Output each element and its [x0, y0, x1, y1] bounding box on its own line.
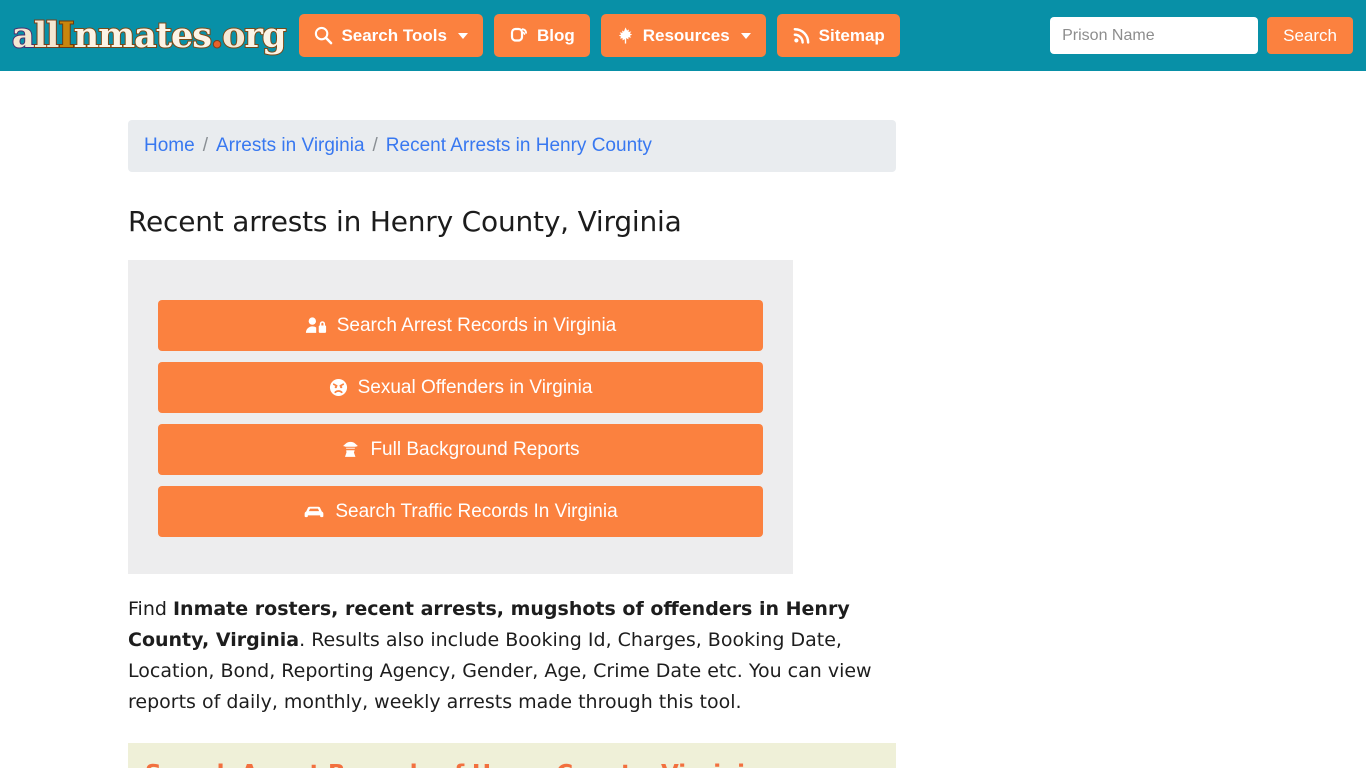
logo-part-rg: rg [244, 15, 288, 56]
breadcrumb-item-recent-arrests[interactable]: Recent Arrests in Henry County [386, 135, 652, 157]
section-heading: Search Arrest Records of Henry County, V… [145, 761, 879, 768]
user-lock-icon [305, 316, 327, 335]
sexual-offenders-button[interactable]: Sexual Offenders in Virginia [158, 362, 763, 413]
main-nav: Search Tools Blog Resources Sitemap [299, 14, 900, 57]
blogger-icon [509, 26, 529, 46]
breadcrumb-item-arrests-in-virginia[interactable]: Arrests in Virginia [216, 135, 365, 157]
button-label: Full Background Reports [370, 438, 580, 460]
intro-paragraph: Find Inmate rosters, recent arrests, mug… [128, 594, 880, 718]
button-label: Search Arrest Records in Virginia [336, 314, 617, 336]
chevron-down-icon [740, 32, 751, 39]
logo-part-o: o [221, 15, 246, 56]
car-icon [303, 502, 325, 521]
nav-button-resources[interactable]: Resources [600, 14, 766, 57]
button-label: Search Traffic Records In Virginia [335, 500, 618, 522]
paragraph-lead: Find [128, 598, 173, 620]
angry-face-icon [329, 378, 348, 397]
chevron-down-icon [457, 32, 468, 39]
search-input[interactable] [1050, 17, 1259, 54]
button-label: Sexual Offenders in Virginia [357, 376, 593, 398]
logo-part-i: I [57, 15, 75, 56]
header-search-form: Search [1050, 17, 1353, 54]
logo-part-nmates: nmates [73, 15, 213, 56]
breadcrumb-separator: / [202, 135, 208, 156]
nav-label-search-tools: Search Tools [341, 25, 447, 45]
rss-icon [792, 26, 811, 45]
search-arrest-records-section: Search Arrest Records of Henry County, V… [128, 743, 896, 768]
maple-leaf-icon [616, 26, 635, 45]
logo-part-a: a [11, 15, 36, 56]
content-container: Home / Arrests in Virginia / Recent Arre… [128, 120, 896, 768]
site-logo[interactable]: allInmates.org [11, 14, 288, 58]
page-body: Home / Arrests in Virginia / Recent Arre… [0, 120, 1366, 768]
breadcrumb: Home / Arrests in Virginia / Recent Arre… [128, 120, 896, 172]
nav-button-search-tools[interactable]: Search Tools [299, 14, 483, 57]
breadcrumb-item-home[interactable]: Home [144, 135, 195, 157]
nav-label-sitemap: Sitemap [818, 25, 885, 45]
logo-text: allInmates.org [11, 15, 288, 56]
search-submit-button[interactable]: Search [1267, 17, 1353, 54]
nav-button-blog[interactable]: Blog [493, 14, 590, 57]
logo-part-dot: . [210, 15, 224, 56]
full-background-reports-button[interactable]: Full Background Reports [158, 424, 763, 475]
search-traffic-records-button[interactable]: Search Traffic Records In Virginia [158, 486, 763, 537]
search-arrest-records-button[interactable]: Search Arrest Records in Virginia [158, 300, 763, 351]
logo-part-ll: ll [33, 15, 61, 56]
nav-label-blog: Blog [536, 25, 575, 45]
user-secret-icon [341, 440, 360, 459]
breadcrumb-separator: / [372, 135, 378, 156]
search-icon [314, 26, 333, 45]
nav-button-sitemap[interactable]: Sitemap [776, 14, 900, 57]
nav-label-resources: Resources [642, 25, 730, 45]
action-buttons-panel: Search Arrest Records in Virginia Sexual… [128, 260, 793, 574]
page-title: Recent arrests in Henry County, Virginia [128, 205, 682, 238]
site-header: allInmates.org Search Tools Blog Resourc… [0, 0, 1366, 71]
